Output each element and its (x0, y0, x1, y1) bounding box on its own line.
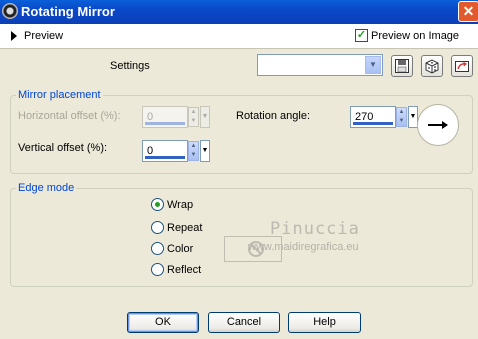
watermark-url: www.maidiregrafica.eu (248, 241, 359, 253)
spin-up-down-icon[interactable]: ▲ ▼ (396, 107, 407, 127)
spin-up-down-icon[interactable]: ▲ ▼ (188, 141, 199, 161)
window-title: Rotating Mirror (21, 4, 115, 19)
spin-up-down-icon: ▲ ▼ (188, 107, 199, 127)
edge-mode-reflect-radio[interactable] (151, 263, 164, 276)
edge-mode-title: Edge mode (16, 182, 77, 194)
ok-button[interactable]: OK (127, 312, 199, 333)
watermark-name: Pinuccia (270, 219, 360, 239)
edge-mode-repeat-label[interactable]: Repeat (167, 222, 202, 234)
chevron-down-icon: ▼ (200, 106, 210, 128)
floppy-disk-icon (395, 59, 409, 73)
edge-mode-wrap-label[interactable]: Wrap (167, 199, 193, 211)
reset-defaults-icon (455, 61, 469, 72)
rotation-angle-spinner[interactable]: 270 ▲ ▼ ▼ (350, 106, 418, 128)
horizontal-offset-label: Horizontal offset (%): (18, 110, 121, 122)
edge-mode-color-label[interactable]: Color (167, 243, 193, 255)
close-button[interactable]: ✕ (458, 1, 478, 22)
cancel-button[interactable]: Cancel (208, 312, 280, 333)
edge-mode-repeat-radio[interactable] (151, 221, 164, 234)
horizontal-offset-spinner: 0 ▲ ▼ ▼ (142, 106, 210, 128)
app-icon (2, 3, 18, 19)
edge-mode-reflect-label[interactable]: Reflect (167, 264, 201, 276)
vertical-offset-label: Vertical offset (%): (18, 142, 108, 154)
chevron-down-icon[interactable]: ▼ (365, 56, 381, 74)
title-bar: Rotating Mirror ✕ (0, 0, 478, 24)
preview-on-image-checkbox[interactable]: ✓ (355, 29, 368, 42)
randomize-button[interactable] (421, 55, 443, 77)
rotation-dial[interactable] (417, 104, 459, 146)
mirror-placement-title: Mirror placement (16, 89, 103, 101)
settings-preset-dropdown[interactable]: ▼ (257, 54, 383, 76)
edge-mode-wrap-radio[interactable] (151, 198, 164, 211)
chevron-down-icon[interactable]: ▼ (200, 140, 210, 162)
preview-bar: Preview ✓ Preview on Image (0, 24, 478, 49)
dice-icon (425, 59, 439, 74)
preview-toggle[interactable]: Preview (24, 30, 63, 42)
expand-triangle-icon[interactable] (11, 31, 17, 41)
help-button[interactable]: Help (288, 312, 361, 333)
reset-defaults-button[interactable] (451, 55, 473, 77)
save-preset-button[interactable] (391, 55, 413, 77)
preview-on-image-label[interactable]: Preview on Image (371, 30, 459, 42)
edge-mode-color-radio[interactable] (151, 242, 164, 255)
radio-selected-dot (155, 202, 160, 207)
arrow-right-icon (428, 121, 448, 129)
settings-label: Settings (110, 60, 150, 72)
rotation-angle-label: Rotation angle: (236, 110, 310, 122)
vertical-offset-spinner[interactable]: 0 ▲ ▼ ▼ (142, 140, 210, 162)
